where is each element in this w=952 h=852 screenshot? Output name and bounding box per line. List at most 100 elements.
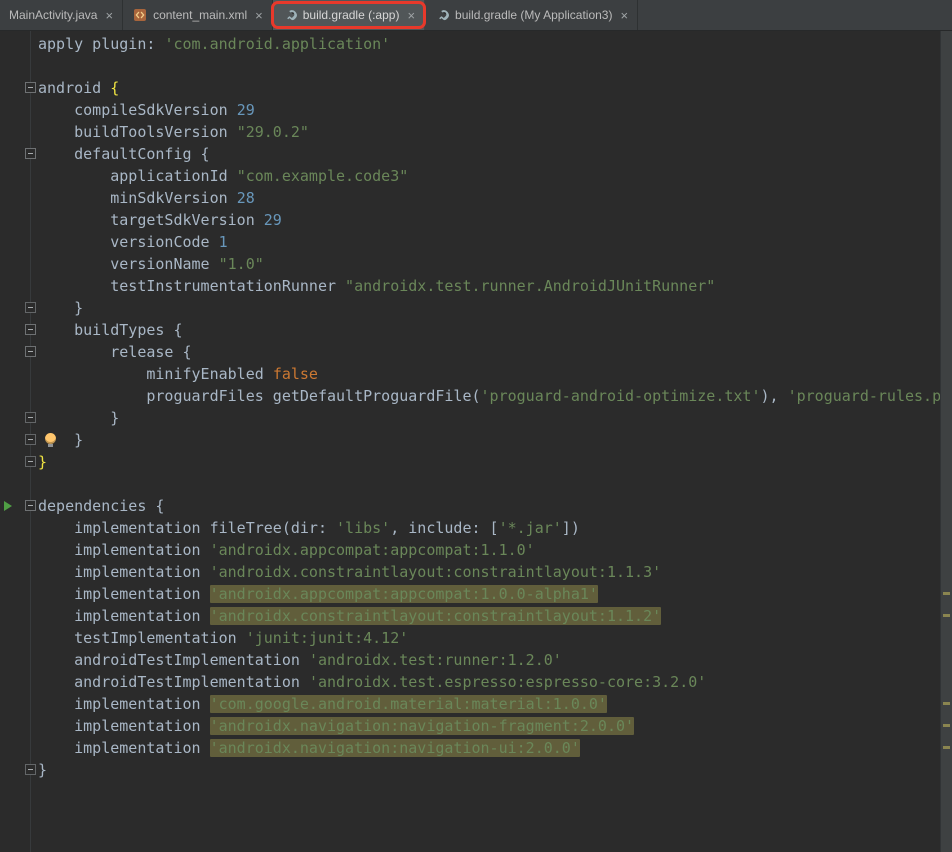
stripe-highlight-mark[interactable] — [943, 746, 950, 749]
tab-close-icon[interactable]: × — [255, 9, 263, 22]
code-token: dependencies { — [38, 497, 165, 515]
stripe-highlight-mark[interactable] — [943, 614, 950, 617]
code-token: 'com.android.application' — [164, 35, 391, 53]
code-token: release { — [38, 343, 192, 361]
code-line: } — [0, 759, 952, 781]
intention-bulb-icon[interactable] — [45, 433, 56, 447]
code-line: } — [0, 451, 952, 473]
xml-file-icon — [132, 7, 148, 23]
tab-close-icon[interactable]: × — [407, 9, 415, 22]
gutter-cell — [0, 583, 31, 605]
editor-tab[interactable]: MainActivity.java × — [0, 0, 124, 30]
fold-marker-icon[interactable] — [25, 324, 36, 335]
fold-end-marker-icon[interactable] — [25, 764, 36, 775]
code-token: android — [38, 79, 111, 97]
fold-marker-icon[interactable] — [25, 346, 36, 357]
code-text: implementation fileTree(dir: 'libs', inc… — [31, 517, 580, 539]
tab-close-icon[interactable]: × — [105, 9, 113, 22]
code-text: minSdkVersion 28 — [31, 187, 255, 209]
code-text: apply plugin: 'com.android.application' — [31, 33, 390, 55]
code-token: 'proguard-android-optimize.txt' — [480, 387, 761, 405]
tab-label: build.gradle (:app) — [302, 8, 400, 22]
code-line: android { — [0, 77, 952, 99]
code-line: androidTestImplementation 'androidx.test… — [0, 649, 952, 671]
fold-end-marker-icon[interactable] — [25, 302, 36, 313]
gutter-cell — [0, 231, 31, 253]
editor-tab[interactable]: build.gradle (My Application3) × — [425, 0, 639, 30]
code-text: } — [31, 297, 83, 319]
gutter-cell — [0, 715, 31, 737]
code-line: proguardFiles getDefaultProguardFile('pr… — [0, 385, 952, 407]
code-text: applicationId "com.example.code3" — [31, 165, 408, 187]
gutter-cell — [0, 539, 31, 561]
code-text: implementation 'androidx.constraintlayou… — [31, 561, 661, 583]
tab-close-icon[interactable]: × — [620, 9, 628, 22]
code-text: } — [31, 407, 119, 429]
code-token: minifyEnabled — [38, 365, 273, 383]
code-text: targetSdkVersion 29 — [31, 209, 282, 231]
tab-label: MainActivity.java — [9, 8, 98, 22]
gutter-cell — [0, 209, 31, 231]
fold-marker-icon[interactable] — [25, 500, 36, 511]
code-line: testImplementation 'junit:junit:4.12' — [0, 627, 952, 649]
gutter-cell — [0, 473, 31, 495]
run-gutter-icon[interactable] — [4, 501, 12, 511]
fold-marker-icon[interactable] — [25, 148, 36, 159]
gutter-cell — [0, 561, 31, 583]
code-token: 28 — [236, 189, 255, 207]
code-text: implementation 'androidx.appcompat:appco… — [31, 583, 598, 605]
fold-marker-icon[interactable] — [25, 82, 36, 93]
code-line: buildToolsVersion "29.0.2" — [0, 121, 952, 143]
gradle-icon — [434, 7, 450, 23]
gutter-cell — [0, 517, 31, 539]
code-token: { — [110, 79, 120, 97]
code-line: versionName "1.0" — [0, 253, 952, 275]
code-line: implementation 'androidx.navigation:navi… — [0, 715, 952, 737]
code-token: 'libs' — [336, 519, 391, 537]
code-token: buildToolsVersion — [38, 123, 237, 141]
editor-tab[interactable]: build.gradle (:app) × — [270, 0, 427, 30]
code-text: versionName "1.0" — [31, 253, 264, 275]
code-editor[interactable]: apply plugin: 'com.android.application' a… — [0, 31, 952, 852]
code-text: androidTestImplementation 'androidx.test… — [31, 671, 706, 693]
code-line: minSdkVersion 28 — [0, 187, 952, 209]
gutter-cell — [0, 55, 31, 77]
stripe-highlight-mark[interactable] — [943, 702, 950, 705]
fold-end-marker-icon[interactable] — [25, 412, 36, 423]
stripe-highlight-mark[interactable] — [943, 592, 950, 595]
gutter-cell — [0, 627, 31, 649]
code-text: android { — [31, 77, 119, 99]
code-token: "androidx.test.runner.AndroidJUnitRunner… — [345, 277, 716, 295]
code-token: "29.0.2" — [236, 123, 309, 141]
tab-label: build.gradle (My Application3) — [455, 8, 613, 22]
code-text: buildTypes { — [31, 319, 182, 341]
code-token: } — [38, 761, 48, 779]
code-token: 'androidx.test:runner:1.2.0' — [308, 651, 562, 669]
fold-end-marker-icon[interactable] — [25, 456, 36, 467]
code-token: ), — [760, 387, 788, 405]
code-text: versionCode 1 — [31, 231, 228, 253]
code-token: 1 — [218, 233, 228, 251]
code-line: implementation 'androidx.appcompat:appco… — [0, 583, 952, 605]
code-line: testInstrumentationRunner "androidx.test… — [0, 275, 952, 297]
stripe-highlight-mark[interactable] — [943, 724, 950, 727]
code-token: 'androidx.constraintlayout:constraintlay… — [209, 563, 662, 581]
gutter-cell — [0, 275, 31, 297]
code-line: } — [0, 407, 952, 429]
code-token: implementation — [38, 541, 210, 559]
code-text: release { — [31, 341, 192, 363]
code-line: } — [0, 297, 952, 319]
fold-end-marker-icon[interactable] — [25, 434, 36, 445]
code-token: "1.0" — [218, 255, 264, 273]
code-line: implementation 'androidx.navigation:navi… — [0, 737, 952, 759]
code-text: defaultConfig { — [31, 143, 209, 165]
code-token: versionCode — [38, 233, 219, 251]
code-token: implementation — [38, 585, 210, 603]
editor-tab[interactable]: content_main.xml × — [123, 0, 273, 30]
editor-tab-bar: MainActivity.java × content_main.xml × build… — [0, 0, 952, 31]
code-line: implementation fileTree(dir: 'libs', inc… — [0, 517, 952, 539]
code-token: } — [38, 409, 120, 427]
editor-scrollbar[interactable] — [940, 31, 952, 852]
code-line — [0, 473, 952, 495]
